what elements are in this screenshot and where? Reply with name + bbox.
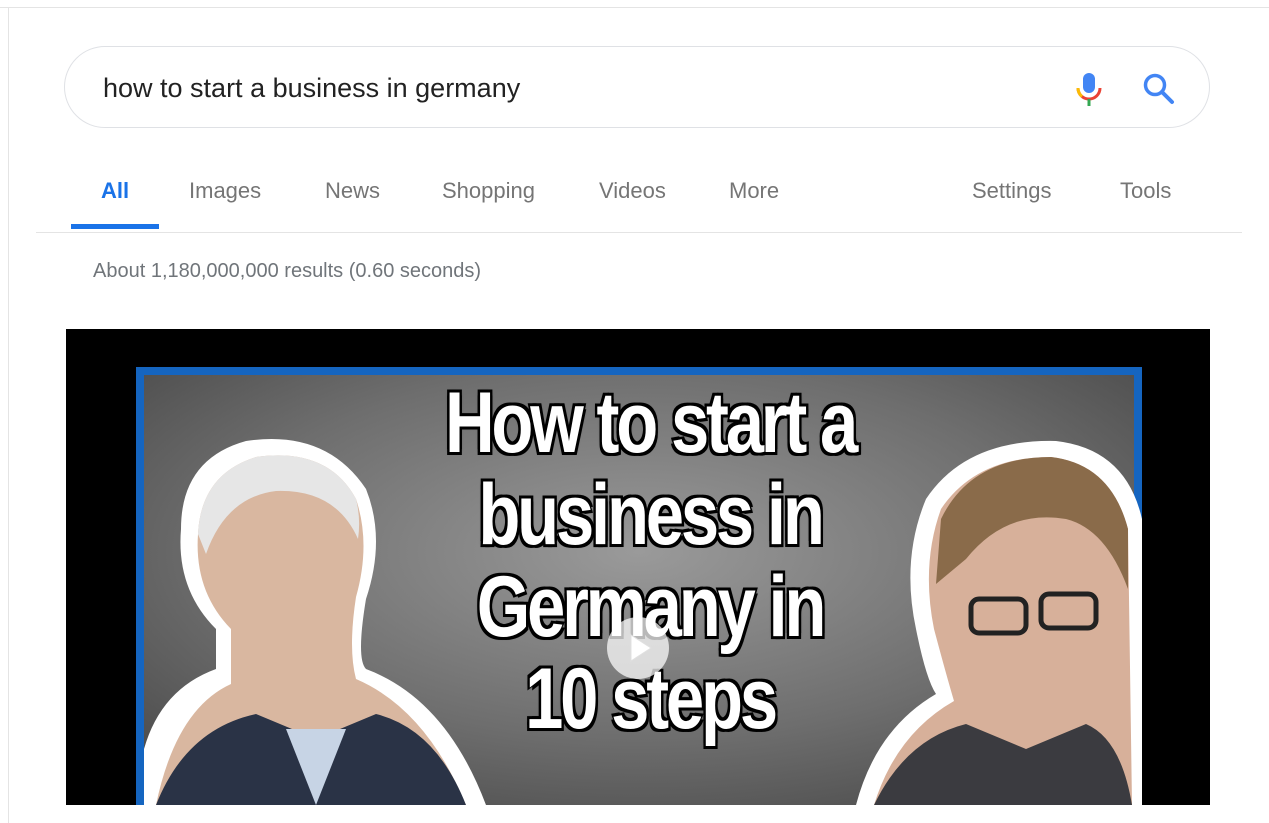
- search-icon[interactable]: [1139, 69, 1179, 109]
- tab-shopping[interactable]: Shopping: [442, 178, 535, 204]
- tab-settings[interactable]: Settings: [972, 178, 1052, 204]
- frame-left-border: [8, 7, 9, 823]
- tab-images[interactable]: Images: [189, 178, 261, 204]
- tab-all[interactable]: All: [101, 178, 129, 204]
- tab-more[interactable]: More: [729, 178, 779, 204]
- frame-top-border: [0, 7, 1269, 8]
- thumbnail-title: How to start a business in Germany in 10…: [423, 377, 877, 745]
- video-result-thumbnail[interactable]: How to start a business in Germany in 10…: [66, 329, 1210, 805]
- tab-news[interactable]: News: [325, 178, 380, 204]
- search-tabs: All Images News Shopping Videos More Set…: [36, 168, 1242, 234]
- search-input[interactable]: how to start a business in germany: [103, 73, 520, 104]
- tabs-divider: [36, 232, 1242, 233]
- play-button[interactable]: [607, 617, 669, 679]
- mic-icon[interactable]: [1069, 69, 1109, 109]
- tab-videos[interactable]: Videos: [599, 178, 666, 204]
- search-box[interactable]: how to start a business in germany: [64, 46, 1210, 128]
- thumbnail-title-line: business in: [478, 467, 825, 563]
- tab-tools[interactable]: Tools: [1120, 178, 1171, 204]
- active-tab-indicator: [71, 224, 159, 229]
- result-stats: About 1,180,000,000 results (0.60 second…: [93, 260, 482, 282]
- play-icon: [630, 634, 652, 662]
- thumbnail-title-line: How to start a: [444, 375, 858, 471]
